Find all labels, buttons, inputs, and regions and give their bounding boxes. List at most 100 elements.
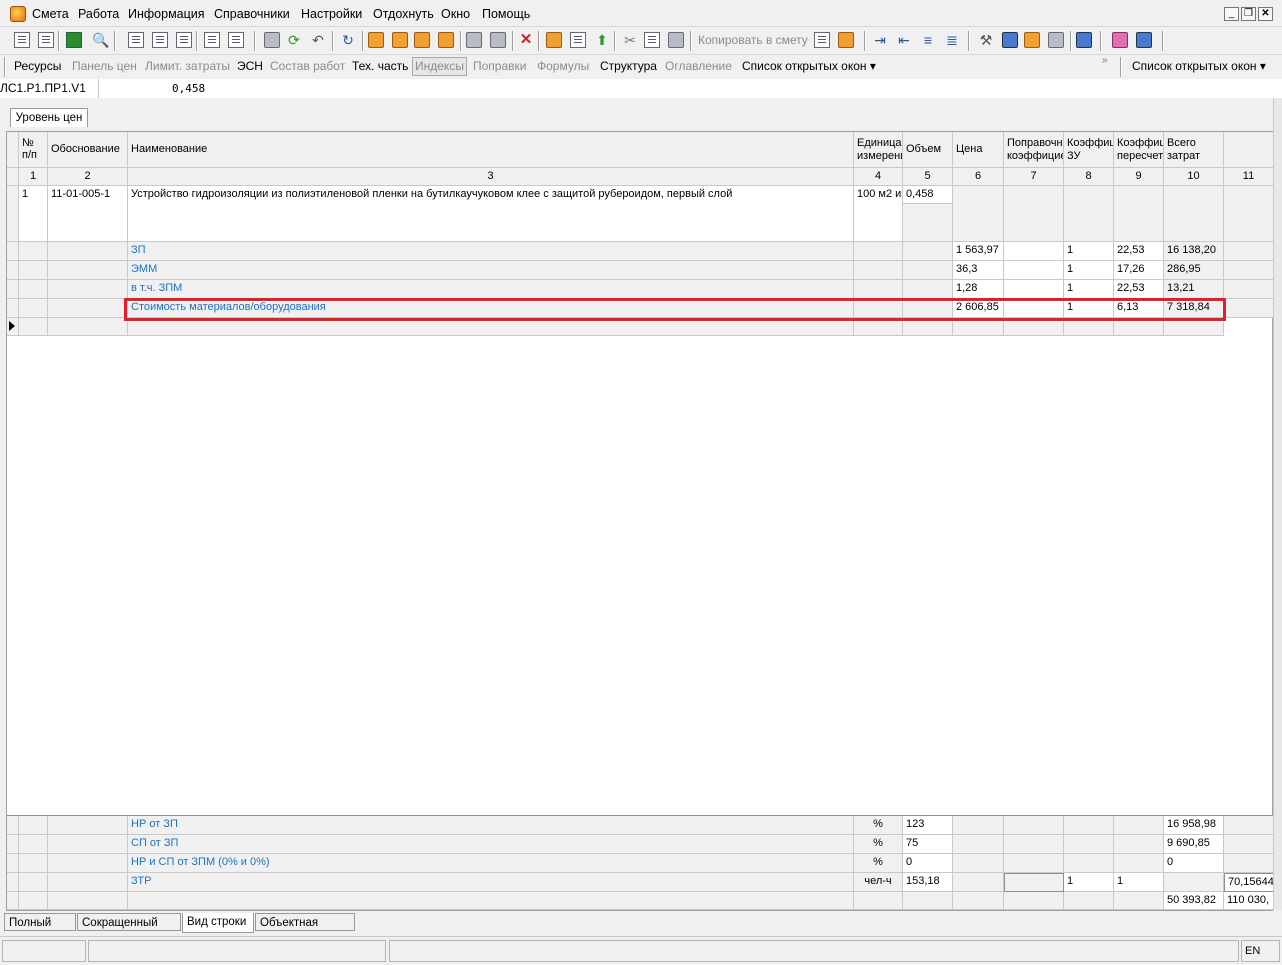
tech-part-button[interactable]: Тех. часть (352, 59, 408, 73)
new-row-cell[interactable] (48, 318, 128, 336)
new-row-cell[interactable] (1004, 318, 1064, 336)
open-windows-dropdown[interactable]: Список открытых окон ▾ (742, 59, 876, 73)
component-correction[interactable] (1004, 280, 1064, 299)
price-panel-button[interactable]: Панель цен (72, 59, 137, 73)
tab-row-view[interactable]: Вид строки (182, 913, 254, 933)
new-row-cell[interactable] (953, 318, 1004, 336)
book-icon[interactable] (1112, 32, 1128, 48)
main-row-unit[interactable]: 100 м2 изолируемой поверхности (854, 186, 903, 242)
cut-icon[interactable]: ✂ (622, 32, 638, 48)
hammer-icon[interactable]: ⚒ (978, 32, 994, 48)
component-k-zu[interactable]: 1 (1064, 261, 1114, 280)
undo-icon[interactable]: ↶ (310, 32, 326, 48)
insert-subrow-icon[interactable] (38, 32, 54, 48)
copy-block-icon[interactable] (570, 32, 586, 48)
component-k-zu[interactable]: 1 (1064, 299, 1114, 318)
menu-okno[interactable]: Окно (441, 7, 470, 21)
component-k-zu[interactable]: 1 (1064, 280, 1114, 299)
restore-button[interactable]: ❐ (1241, 7, 1256, 21)
footer-name-sp[interactable]: СП от ЗП (128, 835, 854, 854)
footer-k-recalc[interactable]: 1 (1114, 873, 1164, 892)
main-row-num[interactable]: 1 (19, 186, 48, 242)
limit-costs-button[interactable]: Лимит. затраты (145, 59, 230, 73)
footer-volume[interactable]: 75 (903, 835, 953, 854)
component-correction[interactable] (1004, 299, 1064, 318)
tree-add-icon[interactable] (204, 32, 220, 48)
component-k-recalc[interactable]: 22,53 (1114, 280, 1164, 299)
open-windows-dropdown-right[interactable]: Список открытых окон ▾ (1132, 59, 1266, 73)
price-doc-icon[interactable] (152, 32, 168, 48)
tab-short-view[interactable]: Сокращенный вид (77, 913, 181, 947)
move-up-icon[interactable]: ⬆ (594, 32, 610, 48)
main-row-name[interactable]: Устройство гидроизоляции из полиэтиленов… (128, 186, 854, 242)
component-price[interactable]: 2 606,85 (953, 299, 1004, 318)
pr-doc-icon[interactable] (176, 32, 192, 48)
footer-volume[interactable]: 0 (903, 854, 953, 873)
paste-icon[interactable] (668, 32, 684, 48)
minimize-button[interactable]: _ (1224, 7, 1239, 21)
menu-informatsiya[interactable]: Информация (128, 7, 205, 21)
menu-rabota[interactable]: Работа (78, 7, 119, 21)
current-row-arrow-icon[interactable] (7, 318, 19, 336)
pile-icon[interactable] (1024, 32, 1040, 48)
outdent-icon[interactable]: ≡ (920, 32, 936, 48)
clipboard-icon[interactable] (838, 32, 854, 48)
tools-icon[interactable] (368, 32, 384, 48)
row-indicator[interactable] (7, 242, 19, 261)
component-k-recalc[interactable]: 6,13 (1114, 299, 1164, 318)
recalc-icon[interactable]: ↻ (340, 32, 356, 48)
excel-export-icon[interactable] (66, 32, 82, 48)
close-button[interactable]: ✕ (1258, 7, 1273, 21)
main-row-code[interactable]: 11-01-005-1 (48, 186, 128, 242)
work-composition-button[interactable]: Состав работ (270, 59, 345, 73)
main-row-volume[interactable]: 0,458 (903, 186, 953, 204)
copy-to-estimate-button[interactable]: Копировать в смету (698, 33, 808, 47)
indexes-button[interactable]: Индексы (412, 57, 467, 76)
footer-k-zu[interactable]: 1 (1064, 873, 1114, 892)
esn-button[interactable]: ЭСН (237, 59, 263, 73)
corrections-button[interactable]: Поправки (473, 59, 526, 73)
menu-pomoshch[interactable]: Помощь (482, 7, 530, 21)
tab-object-estimate[interactable]: Объектная смета (255, 913, 355, 947)
resource-doc-icon[interactable] (128, 32, 144, 48)
menu-smeta[interactable]: Смета (32, 7, 69, 21)
footer-name-ztr[interactable]: ЗТР (128, 873, 854, 892)
component-k-zu[interactable]: 1 (1064, 242, 1114, 261)
row-indicator[interactable] (7, 280, 19, 299)
delete-icon[interactable]: ✕ (518, 32, 534, 48)
new-row-cell[interactable] (128, 318, 854, 336)
menu-spravochniki[interactable]: Справочники (214, 7, 290, 21)
component-price[interactable]: 1 563,97 (953, 242, 1004, 261)
footer-volume[interactable]: 153,18 (903, 873, 953, 892)
outdent-more-icon[interactable]: ≣ (944, 32, 960, 48)
resources-button[interactable]: Ресурсы (14, 59, 61, 73)
component-name-materials[interactable]: Стоимость материалов/оборудования (128, 299, 854, 318)
refresh-icon[interactable]: ⟳ (286, 32, 302, 48)
toolbar-overflow-icon[interactable]: » (1102, 55, 1108, 66)
row-indicator[interactable] (7, 299, 19, 318)
menu-nastroyki[interactable]: Настройки (301, 7, 362, 21)
new-row-cell[interactable] (1114, 318, 1164, 336)
component-price[interactable]: 1,28 (953, 280, 1004, 299)
workers-icon[interactable] (392, 32, 408, 48)
books-icon[interactable] (1136, 32, 1152, 48)
new-row-cell[interactable] (854, 318, 903, 336)
copy-estimate-icon[interactable] (814, 32, 830, 48)
footer-correction[interactable] (1004, 873, 1064, 892)
copy-icon[interactable] (644, 32, 660, 48)
comment-icon[interactable] (438, 32, 454, 48)
indent-in-icon[interactable]: ⇥ (872, 32, 888, 48)
footer-name-nr[interactable]: НР от ЗП (128, 816, 854, 835)
save-icon[interactable] (264, 32, 280, 48)
component-k-recalc[interactable]: 17,26 (1114, 261, 1164, 280)
formulas-button[interactable]: Формулы (537, 59, 589, 73)
footer-name-nr-sp-zpm[interactable]: НР и СП от ЗПМ (0% и 0%) (128, 854, 854, 873)
calculator-icon[interactable] (1048, 32, 1064, 48)
machine-icon[interactable] (466, 32, 482, 48)
footer-volume[interactable]: 123 (903, 816, 953, 835)
contents-button[interactable]: Оглавление (665, 59, 732, 73)
materials-icon[interactable] (414, 32, 430, 48)
component-name-zpm[interactable]: в т.ч. ЗПМ (128, 280, 854, 299)
tab-price-level[interactable]: Уровень цен (10, 108, 88, 127)
menu-otdokhnut[interactable]: Отдохнуть (373, 7, 434, 21)
